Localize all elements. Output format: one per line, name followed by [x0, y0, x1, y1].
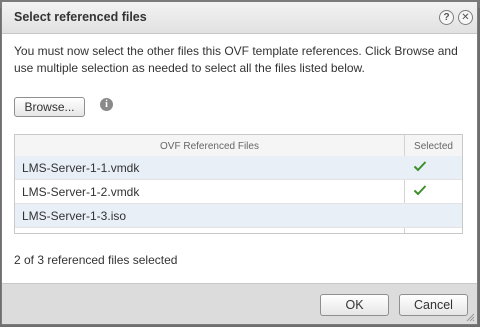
instructions-text: You must now select the other files this… — [14, 44, 458, 75]
checkmark-icon — [413, 185, 427, 196]
dialog-footer: OK Cancel — [2, 283, 477, 324]
close-icon[interactable]: ✕ — [458, 10, 473, 25]
table-row[interactable]: LMS-Server-1-2.vmdk — [15, 180, 462, 204]
info-icon[interactable]: i — [100, 98, 113, 111]
column-header-selected[interactable]: Selected — [405, 141, 462, 152]
select-referenced-files-dialog: Select referenced files ? ✕ You must now… — [1, 1, 478, 325]
table-row[interactable]: LMS-Server-1-1.vmdk — [15, 156, 462, 180]
file-name: LMS-Server-1-2.vmdk — [22, 185, 140, 199]
help-icon[interactable]: ? — [439, 10, 454, 25]
resize-grip-icon[interactable] — [466, 313, 475, 322]
selection-status: 2 of 3 referenced files selected — [14, 253, 178, 267]
ok-button[interactable]: OK — [320, 294, 389, 316]
checkmark-icon — [413, 161, 427, 172]
dialog-titlebar: Select referenced files ? ✕ — [2, 2, 477, 34]
dialog-title: Select referenced files — [14, 10, 147, 24]
table-row[interactable]: LMS-Server-1-3.iso — [15, 204, 462, 228]
grid-header: OVF Referenced Files Selected — [15, 135, 462, 157]
file-name: LMS-Server-1-3.iso — [22, 209, 127, 223]
browse-button[interactable]: Browse... — [14, 97, 85, 117]
column-header-files[interactable]: OVF Referenced Files — [15, 141, 404, 152]
file-name: LMS-Server-1-1.vmdk — [22, 161, 140, 175]
referenced-files-grid: OVF Referenced Files Selected LMS-Server… — [14, 134, 463, 234]
cancel-button[interactable]: Cancel — [399, 294, 468, 316]
